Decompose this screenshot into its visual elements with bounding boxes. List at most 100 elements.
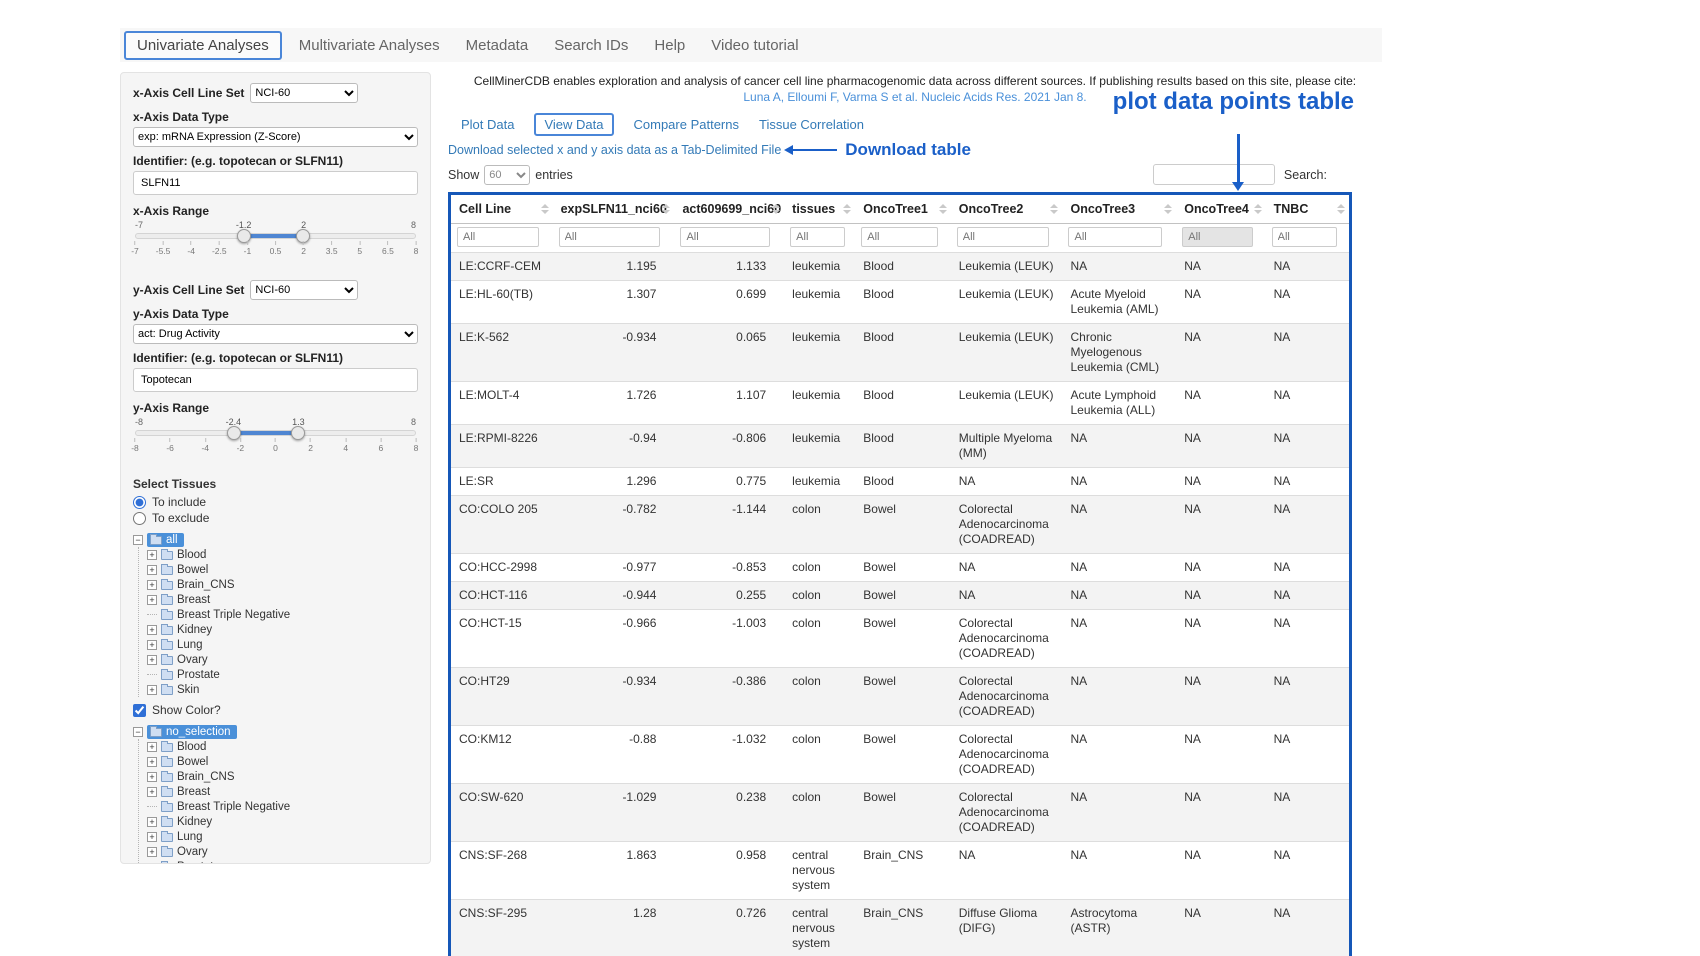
slider-track[interactable] — [135, 430, 416, 436]
x-axis-set-select[interactable]: NCI-60 — [250, 83, 358, 103]
column-header-act609699-nci60[interactable]: act609699_nci60 — [674, 195, 784, 224]
citation-link[interactable]: Luna A, Elloumi F, Varma S et al. Nuclei… — [743, 90, 1086, 104]
column-header-oncotree3[interactable]: OncoTree3 — [1062, 195, 1176, 224]
expand-icon[interactable]: + — [147, 655, 157, 665]
expand-icon[interactable]: + — [147, 640, 157, 650]
to-exclude-radio[interactable] — [133, 512, 146, 525]
x-axis-identifier-input[interactable] — [133, 171, 418, 195]
expand-icon[interactable]: + — [147, 742, 157, 752]
tree-item-lung[interactable]: +Lung — [147, 829, 418, 844]
tree-item-prostate[interactable]: Prostate — [147, 859, 418, 864]
filter-input-oncotree1[interactable] — [861, 227, 938, 247]
y-axis-type-select[interactable]: act: Drug Activity — [133, 324, 418, 344]
to-include-radio[interactable] — [133, 496, 146, 509]
filter-input-oncotree4[interactable] — [1182, 227, 1253, 247]
nav-tab-metadata[interactable]: Metadata — [453, 32, 542, 59]
x-axis-range-slider[interactable]: -7-1.228 -7-5.5-4-2.5-10.523.556.58 — [135, 220, 416, 258]
filter-input-expslfn11-nci60[interactable] — [559, 227, 660, 247]
column-header-cell-line[interactable]: Cell Line — [451, 195, 553, 224]
tree-item-blood[interactable]: +Blood — [147, 739, 418, 754]
tree-item-kidney[interactable]: +Kidney — [147, 814, 418, 829]
collapse-icon[interactable]: − — [133, 535, 143, 545]
expand-icon[interactable]: + — [147, 595, 157, 605]
tree-item-brain-cns[interactable]: +Brain_CNS — [147, 577, 418, 592]
sort-icon[interactable] — [1337, 204, 1345, 214]
cell-expslfn11-nci60: 1.195 — [553, 253, 675, 281]
tree-item-lung[interactable]: +Lung — [147, 637, 418, 652]
tab-plot-data[interactable]: Plot Data — [461, 117, 514, 132]
search-input[interactable] — [1153, 164, 1275, 185]
filter-input-tissues[interactable] — [790, 227, 844, 247]
tree-root-label: all — [166, 534, 178, 546]
tab-tissue-correlation[interactable]: Tissue Correlation — [759, 117, 864, 132]
filter-input-act609699-nci60[interactable] — [680, 227, 770, 247]
nav-tab-univariate-analyses[interactable]: Univariate Analyses — [124, 31, 282, 60]
tree-item-breast[interactable]: +Breast — [147, 592, 418, 607]
column-header-oncotree1[interactable]: OncoTree1 — [855, 195, 950, 224]
tree-item-brain-cns[interactable]: +Brain_CNS — [147, 769, 418, 784]
tab-compare-patterns[interactable]: Compare Patterns — [634, 117, 740, 132]
tree-item-blood[interactable]: +Blood — [147, 547, 418, 562]
column-header-expslfn11-nci60[interactable]: expSLFN11_nci60 — [553, 195, 675, 224]
sort-icon[interactable] — [772, 204, 780, 214]
expand-icon[interactable]: + — [147, 550, 157, 560]
y-axis-set-select[interactable]: NCI-60 — [250, 280, 358, 300]
nav-tab-multivariate-analyses[interactable]: Multivariate Analyses — [286, 32, 453, 59]
sort-icon[interactable] — [1254, 204, 1262, 214]
filter-input-tnbc[interactable] — [1272, 227, 1338, 247]
nav-tab-help[interactable]: Help — [641, 32, 698, 59]
entries-select[interactable]: 60 — [484, 165, 530, 185]
expand-icon[interactable]: + — [147, 685, 157, 695]
filter-input-oncotree3[interactable] — [1068, 227, 1162, 247]
sort-icon[interactable] — [1164, 204, 1172, 214]
y-axis-identifier-input[interactable] — [133, 368, 418, 392]
column-header-tnbc[interactable]: TNBC — [1266, 195, 1349, 224]
tree-item-kidney[interactable]: +Kidney — [147, 622, 418, 637]
expand-icon[interactable]: + — [147, 565, 157, 575]
cell-oncotree3: Chronic Myelogenous Leukemia (CML) — [1062, 324, 1176, 382]
x-axis-type-select[interactable]: exp: mRNA Expression (Z-Score) — [133, 127, 418, 147]
tree-item-prostate[interactable]: Prostate — [147, 667, 418, 682]
y-axis-range-slider[interactable]: -8-2.41.38 -8-6-4-202468 — [135, 417, 416, 455]
expand-icon[interactable]: + — [147, 625, 157, 635]
sort-icon[interactable] — [843, 204, 851, 214]
nav-tab-video-tutorial[interactable]: Video tutorial — [698, 32, 811, 59]
tree-item-breast[interactable]: +Breast — [147, 784, 418, 799]
sort-icon[interactable] — [541, 204, 549, 214]
download-link[interactable]: Download selected x and y axis data as a… — [448, 143, 781, 157]
tree-item-bowel[interactable]: +Bowel — [147, 562, 418, 577]
expand-icon[interactable]: + — [147, 817, 157, 827]
tab-view-data[interactable]: View Data — [534, 113, 613, 136]
tree-root-no-selection[interactable]: −no_selection — [133, 724, 418, 739]
slider-track[interactable] — [135, 233, 416, 239]
sort-icon[interactable] — [1050, 204, 1058, 214]
column-header-oncotree4[interactable]: OncoTree4 — [1176, 195, 1265, 224]
sort-icon[interactable] — [662, 204, 670, 214]
table-row: LE:HL-60(TB)1.3070.699leukemiaBloodLeuke… — [451, 281, 1349, 324]
expand-icon[interactable]: + — [147, 772, 157, 782]
collapse-icon[interactable]: − — [133, 727, 143, 737]
tree-item-breast-triple-negative[interactable]: Breast Triple Negative — [147, 607, 418, 622]
cell-expslfn11-nci60: -0.944 — [553, 582, 675, 610]
expand-icon[interactable]: + — [147, 580, 157, 590]
filter-input-cell-line[interactable] — [457, 227, 539, 247]
sort-icon[interactable] — [939, 204, 947, 214]
column-header-oncotree2[interactable]: OncoTree2 — [951, 195, 1063, 224]
tree-item-bowel[interactable]: +Bowel — [147, 754, 418, 769]
nav-tab-search-ids[interactable]: Search IDs — [541, 32, 641, 59]
show-color-checkbox[interactable] — [133, 704, 146, 717]
expand-icon[interactable]: + — [147, 787, 157, 797]
tree-item-ovary[interactable]: +Ovary — [147, 652, 418, 667]
tree-root-all[interactable]: − all — [133, 532, 418, 547]
tree-item-ovary[interactable]: +Ovary — [147, 844, 418, 859]
expand-icon[interactable]: + — [147, 832, 157, 842]
filter-input-oncotree2[interactable] — [957, 227, 1049, 247]
tree-item-skin[interactable]: +Skin — [147, 682, 418, 697]
filter-cell — [1266, 224, 1349, 253]
tree-item-breast-triple-negative[interactable]: Breast Triple Negative — [147, 799, 418, 814]
cell-oncotree1: Blood — [855, 324, 950, 382]
cell-oncotree1: Brain_CNS — [855, 842, 950, 900]
column-header-tissues[interactable]: tissues — [784, 195, 855, 224]
expand-icon[interactable]: + — [147, 757, 157, 767]
expand-icon[interactable]: + — [147, 847, 157, 857]
